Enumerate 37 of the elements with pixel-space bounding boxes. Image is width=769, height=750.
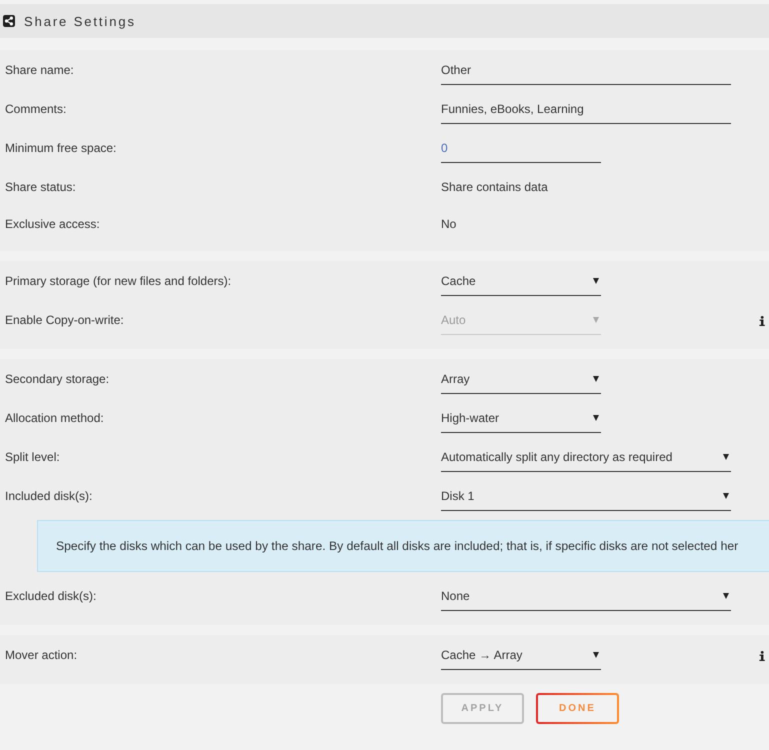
caret-icon	[723, 454, 729, 460]
section-title: Share Settings	[24, 14, 136, 28]
field-label: Share status:	[5, 179, 77, 195]
field-label: Enable Copy-on-write:	[5, 312, 125, 328]
field-value: Share contains data	[441, 179, 548, 195]
share-icon	[3, 15, 15, 27]
field-label: Comments:	[5, 101, 68, 117]
dropdown[interactable]: None	[441, 588, 731, 611]
caret-icon	[593, 415, 599, 421]
info-icon[interactable]	[759, 651, 765, 661]
field-value: No	[441, 216, 456, 232]
field-label: Included disk(s):	[5, 488, 94, 504]
field-label: Share name:	[5, 62, 75, 78]
dropdown[interactable]: Array	[441, 371, 601, 394]
caret-icon	[593, 376, 599, 382]
dropdown[interactable]: High-water	[441, 410, 601, 433]
dropdown[interactable]: Cache	[441, 273, 601, 296]
field-label: Allocation method:	[5, 410, 105, 426]
field-label: Split level:	[5, 449, 61, 465]
caret-icon	[593, 652, 599, 658]
dropdown[interactable]: Disk 1	[441, 488, 731, 511]
field-label: Mover action:	[5, 647, 78, 663]
caret-icon	[593, 278, 599, 284]
dropdown[interactable]: Automatically split any directory as required	[441, 449, 731, 472]
field-label: Secondary storage:	[5, 371, 110, 387]
info-note: Specify the disks which can be used by the share. By default all disks are included; that is, if specific disks are not selected her	[37, 520, 769, 572]
field-label: Exclusive access:	[5, 216, 101, 232]
field-label: Primary storage (for new files and folders):	[5, 273, 232, 289]
caret-icon	[593, 317, 599, 323]
dropdown[interactable]: Cache → Array	[441, 647, 601, 670]
text-field[interactable]: 0	[441, 140, 601, 163]
field-label: Minimum free space:	[5, 140, 118, 156]
caret-icon	[723, 593, 729, 599]
text-field[interactable]: Other	[441, 62, 731, 85]
field-label: Excluded disk(s):	[5, 588, 98, 604]
text-field[interactable]: Funnies, eBooks, Learning	[441, 101, 731, 124]
caret-icon	[723, 493, 729, 499]
